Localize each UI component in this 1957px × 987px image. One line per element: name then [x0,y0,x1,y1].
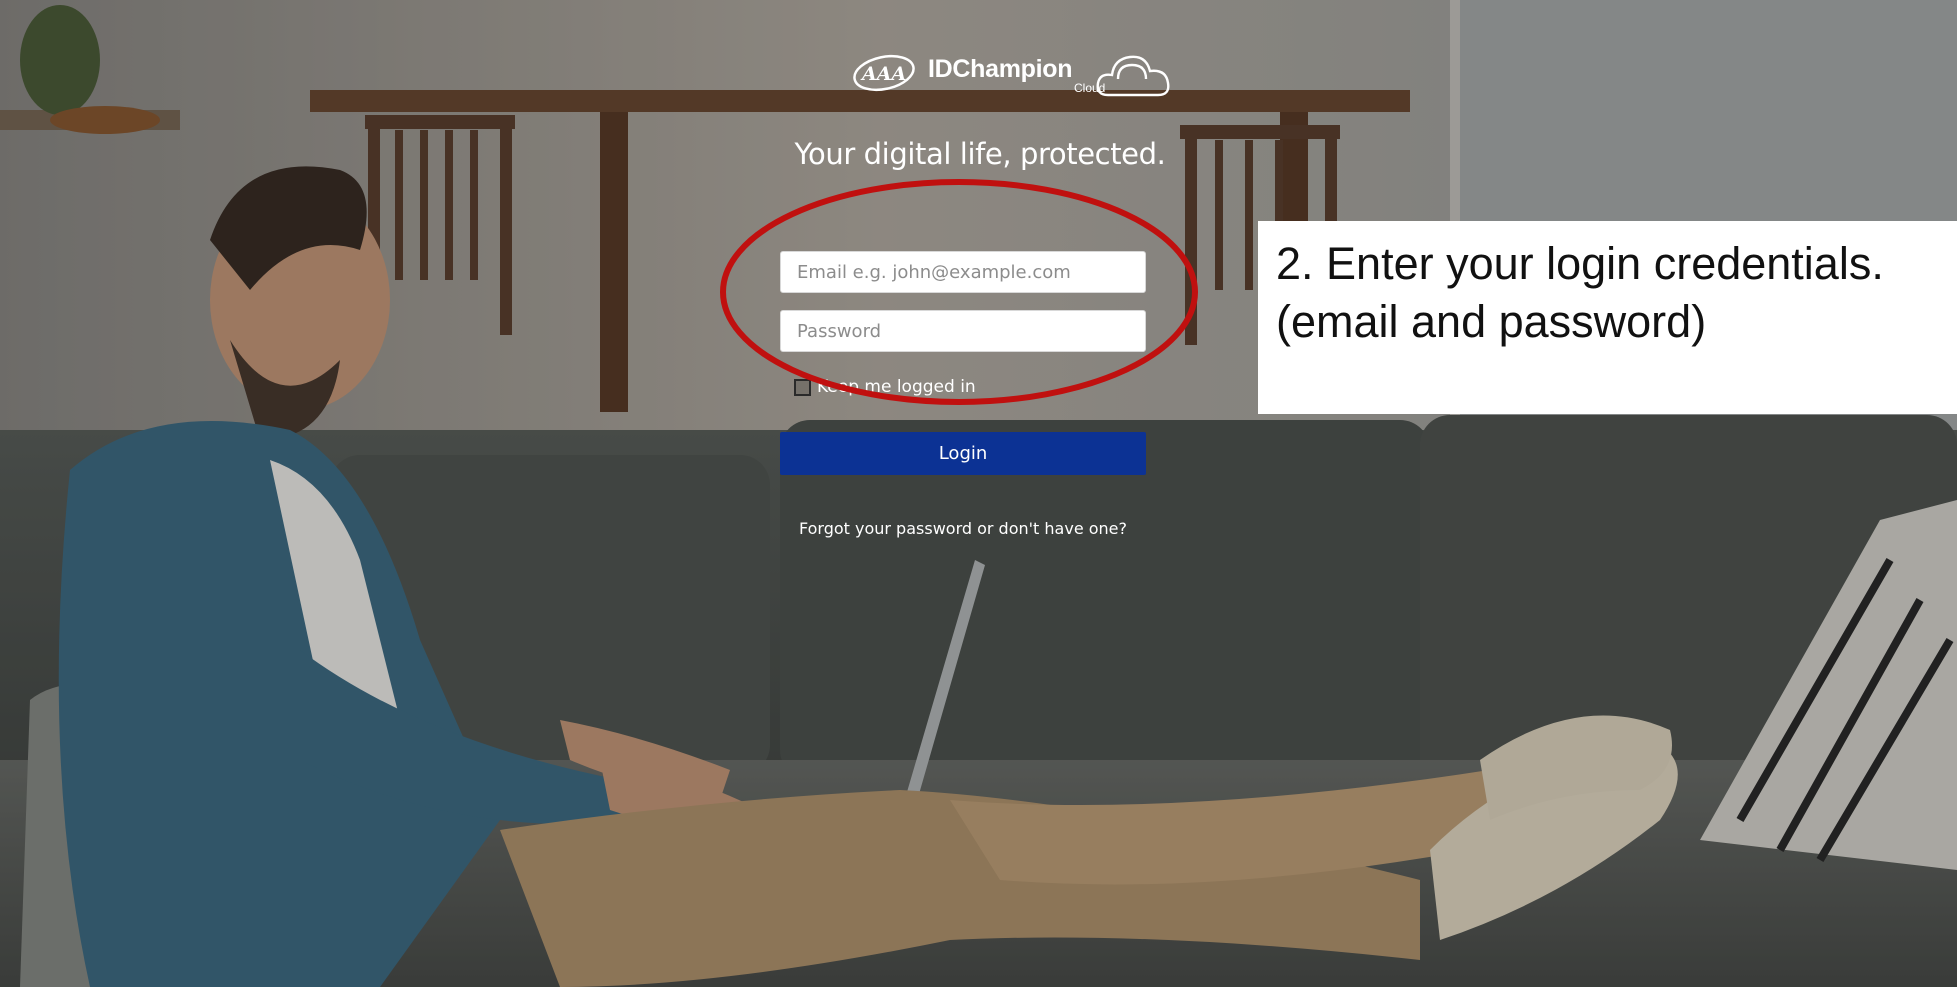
aaa-logo-mark: AAA [860,63,906,85]
login-panel: AAA IDChampion Cloud Your digital life, … [760,45,1200,555]
brand-name: IDChampion [928,55,1073,83]
password-field[interactable] [780,310,1146,352]
instruction-callout: 2. Enter your login credentials. (email … [1258,221,1957,414]
brand-logo: AAA IDChampion Cloud [810,45,1170,105]
email-field[interactable] [780,251,1146,293]
tagline: Your digital life, protected. [794,137,1166,171]
forgot-password-link[interactable]: Forgot your password or don't have one? [760,519,1166,538]
instruction-text: 2. Enter your login credentials. (email … [1276,238,1884,347]
cloud-lock-icon [1096,55,1170,97]
keep-logged-in-checkbox[interactable] [794,378,811,396]
keep-logged-in-label: Keep me logged in [817,377,976,397]
login-button[interactable]: Login [780,432,1146,475]
page: AAA IDChampion Cloud Your digital life, … [0,0,1957,987]
keep-logged-in-option[interactable]: Keep me logged in [794,375,976,399]
aaa-logo-icon: AAA [853,54,915,92]
